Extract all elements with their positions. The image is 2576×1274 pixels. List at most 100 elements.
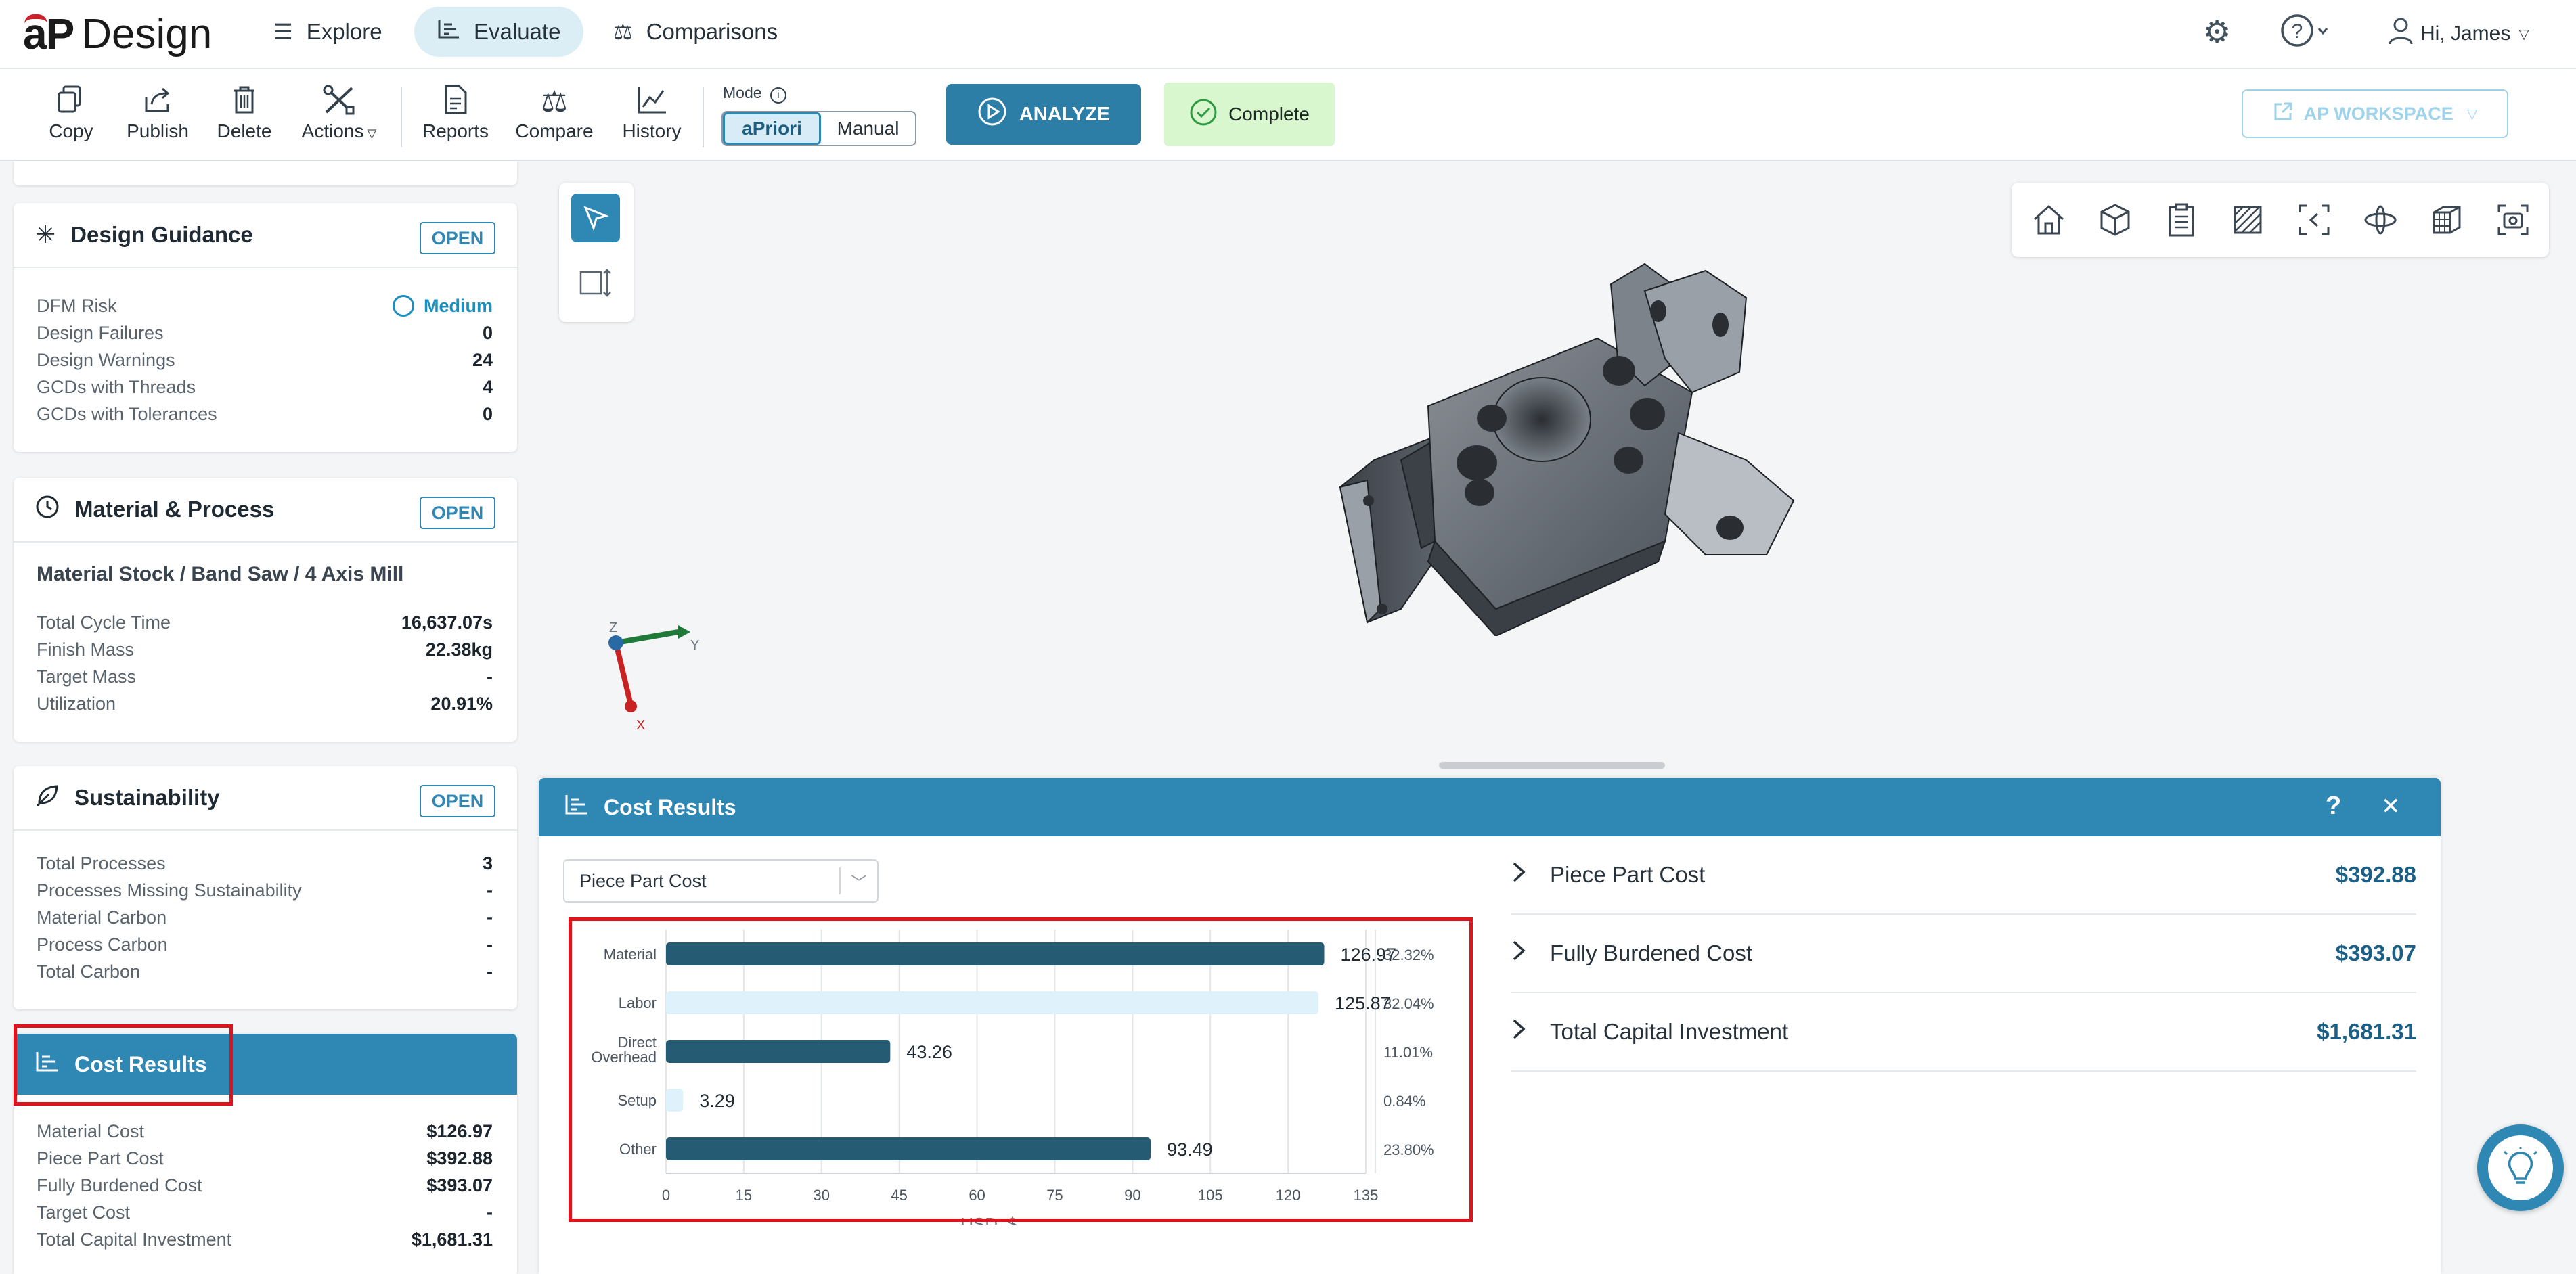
- percent-label: 23.80%: [1383, 1141, 1434, 1158]
- asterisk-icon: ✳: [35, 221, 56, 248]
- chart-icon: [437, 19, 460, 45]
- panel-title: Design Guidance: [70, 222, 253, 247]
- stat-row: Fully Burdened Cost $393.07: [37, 1175, 493, 1196]
- stat-row: GCDs with Tolerances 0: [37, 403, 493, 424]
- settings-gear-icon[interactable]: ⚙: [2203, 14, 2231, 50]
- nav-tab-evaluate[interactable]: Evaluate: [414, 7, 584, 57]
- bar: [666, 991, 1319, 1014]
- drawer-header: Cost Results ? ✕: [539, 778, 2441, 836]
- panel-title: Sustainability: [74, 785, 220, 810]
- measure-button[interactable]: [571, 258, 620, 307]
- stat-row: Total Carbon -: [37, 961, 493, 982]
- orbit-icon[interactable]: [2359, 199, 2401, 241]
- stat-row: Process Carbon -: [37, 934, 493, 955]
- help-button[interactable]: ?: [2326, 792, 2341, 821]
- compare-button[interactable]: ⚖ Compare: [510, 84, 598, 142]
- analyze-button[interactable]: ANALYZE: [946, 84, 1141, 145]
- chevron-down-icon: ▽: [2518, 26, 2529, 42]
- x-tick-label: 60: [969, 1187, 985, 1204]
- chart-icon: [35, 1050, 60, 1078]
- open-sustainability-button[interactable]: OPEN: [420, 785, 495, 817]
- clipboard-icon[interactable]: [2160, 199, 2202, 241]
- risk-ring-icon: [392, 295, 414, 317]
- clock-icon: [35, 495, 60, 525]
- select-value: Piece Part Cost: [579, 870, 707, 891]
- stat-row: Material Carbon -: [37, 907, 493, 928]
- axis-label-z: Z: [609, 622, 617, 635]
- sustainability-panel: Sustainability OPEN Total Processes 3 Pro…: [14, 766, 517, 1009]
- workspace-button[interactable]: AP WORKSPACE ▽: [2242, 89, 2508, 138]
- reports-button[interactable]: Reports: [412, 84, 499, 142]
- panel-title: Cost Results: [74, 1051, 207, 1076]
- bar: [666, 942, 1325, 965]
- nav-tab-explore[interactable]: ☰ Explore: [250, 7, 405, 57]
- nav-tab-label: Evaluate: [474, 19, 561, 44]
- scale-icon: ⚖: [541, 85, 568, 118]
- cost-type-select[interactable]: Piece Part Cost ﹀: [563, 859, 879, 903]
- percent-label: 11.01%: [1383, 1044, 1433, 1061]
- drawer-resize-handle[interactable]: [1439, 762, 1665, 769]
- list-icon: ☰: [273, 20, 293, 44]
- bar-value-label: 125.87: [1335, 993, 1391, 1014]
- x-tick-label: 135: [1354, 1187, 1379, 1204]
- delete-button[interactable]: Delete: [200, 84, 288, 142]
- stat-row: Utilization 20.91%: [37, 693, 493, 714]
- cost-results-panel: Cost Results Material Cost $126.97 Piece …: [14, 1034, 517, 1274]
- bar: [666, 1040, 891, 1063]
- app-logo[interactable]: aP Design: [23, 7, 212, 61]
- mode-label: Mode i: [723, 84, 786, 104]
- stat-row: Design Failures 0: [37, 322, 493, 343]
- mode-option-apriori[interactable]: aPriori: [723, 112, 821, 145]
- close-icon[interactable]: ✕: [2381, 793, 2401, 820]
- dfm-risk-value: Medium: [423, 295, 493, 316]
- mode-option-manual[interactable]: Manual: [821, 112, 915, 145]
- x-tick-label: 75: [1046, 1187, 1063, 1204]
- copy-button[interactable]: Copy: [27, 84, 115, 142]
- mode-toggle: aPriori Manual: [721, 111, 916, 146]
- play-icon: [977, 97, 1007, 132]
- toolbar-divider: [401, 87, 402, 147]
- x-tick-label: 105: [1198, 1187, 1223, 1204]
- axis-label-x: X: [636, 718, 645, 733]
- leaf-icon: [35, 783, 60, 813]
- summary-row-piece-part-cost[interactable]: Piece Part Cost $392.88: [1511, 836, 2416, 915]
- part-3d-model[interactable]: [1327, 257, 1814, 637]
- status-badge: Complete: [1164, 83, 1335, 146]
- collapsed-panel-edge: [14, 161, 517, 185]
- zoom-fit-icon[interactable]: [2293, 199, 2335, 241]
- history-button[interactable]: History: [608, 84, 696, 142]
- insights-fab-button[interactable]: [2477, 1124, 2564, 1211]
- stat-row: Finish Mass 22.38kg: [37, 639, 493, 660]
- stat-row: Piece Part Cost $392.88: [37, 1147, 493, 1168]
- actions-menu-button[interactable]: Actions ▽: [295, 84, 383, 142]
- viewer-tool-panel: [559, 183, 634, 322]
- chevron-down-icon: ▽: [363, 127, 377, 140]
- section-hatch-icon[interactable]: [2227, 199, 2269, 241]
- top-nav: aP Design ☰ Explore Evaluate ⚖ Compariso…: [0, 0, 2576, 69]
- publish-button[interactable]: Publish: [114, 84, 202, 142]
- panel-header: ✳ Design Guidance OPEN: [14, 203, 517, 268]
- home-view-icon[interactable]: [2028, 199, 2070, 241]
- view-toolbar: [2012, 183, 2549, 257]
- chevron-down-icon: ▽: [2466, 106, 2478, 122]
- summary-row-total-capital-investment[interactable]: Total Capital Investment $1,681.31: [1511, 993, 2416, 1072]
- cost-results-header[interactable]: Cost Results: [14, 1034, 517, 1095]
- summary-row-fully-burdened-cost[interactable]: Fully Burdened Cost $393.07: [1511, 915, 2416, 993]
- open-design-guidance-button[interactable]: OPEN: [420, 222, 495, 254]
- bar-value-label: 43.26: [906, 1042, 952, 1062]
- stat-row: Total Capital Investment $1,681.31: [37, 1229, 493, 1250]
- percent-label: 32.04%: [1383, 995, 1434, 1012]
- stat-row: Design Warnings 24: [37, 349, 493, 370]
- open-material-process-button[interactable]: OPEN: [420, 497, 495, 529]
- category-label: Setup: [618, 1092, 657, 1109]
- cube-view-icon[interactable]: [2094, 199, 2136, 241]
- help-icon[interactable]: ?: [2280, 12, 2334, 58]
- wireframe-icon[interactable]: [2426, 199, 2468, 241]
- copy-icon: [27, 84, 115, 120]
- screenshot-icon[interactable]: [2492, 199, 2534, 241]
- nav-tab-comparisons[interactable]: ⚖ Comparisons: [590, 7, 801, 57]
- select-pointer-button[interactable]: [571, 194, 620, 242]
- toolbar-divider: [703, 87, 704, 147]
- user-menu[interactable]: Hi, James ▽: [2388, 17, 2529, 51]
- panel-header: Material & Process OPEN: [14, 478, 517, 543]
